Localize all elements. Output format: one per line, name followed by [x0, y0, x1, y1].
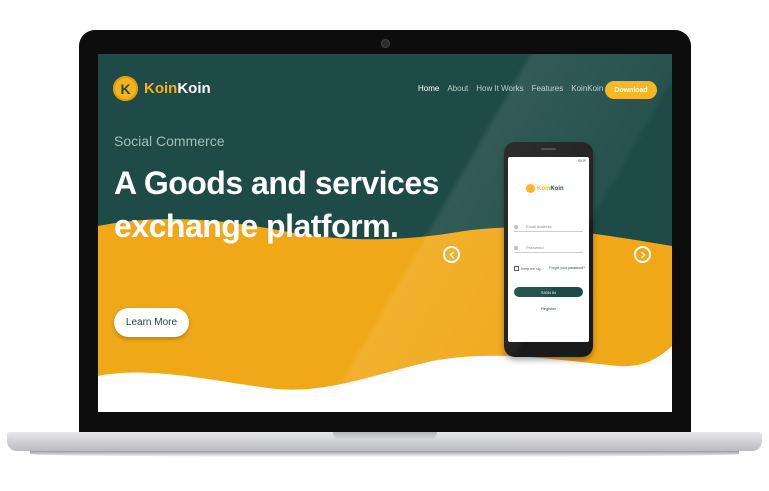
carousel-prev-button[interactable] — [443, 246, 460, 263]
nav-features[interactable]: Features — [532, 84, 564, 93]
logo-text: KoinKoin — [144, 80, 211, 97]
email-placeholder: Email Address — [526, 224, 552, 229]
phone-login-screen: SKIP KoinKoin Email Address Password Kee… — [508, 157, 589, 342]
chevron-left-icon — [448, 250, 454, 259]
password-field[interactable]: Password — [514, 243, 583, 253]
learn-more-button[interactable]: Learn More — [114, 308, 189, 337]
site-logo[interactable]: K KoinKoin — [113, 76, 211, 101]
chevron-right-icon — [640, 250, 646, 259]
sign-in-button[interactable]: SIGN IN — [514, 287, 583, 297]
user-icon — [514, 224, 518, 229]
register-link[interactable]: Register — [508, 306, 589, 311]
email-field[interactable]: Email Address — [514, 222, 583, 232]
coin-icon — [526, 184, 535, 193]
forgot-password-link[interactable]: Forgot your password? — [549, 266, 585, 270]
password-placeholder: Password — [526, 245, 544, 250]
laptop-notch — [333, 432, 437, 440]
nav-home[interactable]: Home — [418, 84, 439, 93]
nav-koinkoin[interactable]: KoinKoin — [571, 84, 603, 93]
nav-about[interactable]: About — [447, 84, 468, 93]
main-nav: Home About How It Works Features KoinKoi… — [418, 84, 603, 93]
coin-logo-icon: K — [113, 76, 138, 101]
hero-subtitle: Social Commerce — [114, 133, 225, 149]
laptop-mockup: K KoinKoin Home About How It Works Featu… — [0, 0, 769, 491]
app-logo-text: KoinKoin — [537, 185, 564, 192]
checkbox-icon — [514, 266, 519, 271]
hero-headline: A Goods and services exchange platform. — [114, 165, 439, 244]
laptop-shadow — [30, 451, 739, 457]
download-button[interactable]: Download — [605, 81, 657, 99]
skip-link[interactable]: SKIP — [578, 159, 586, 163]
carousel-next-button[interactable] — [634, 246, 651, 263]
webcam — [381, 39, 390, 48]
phone-mockup: SKIP KoinKoin Email Address Password Kee… — [504, 142, 593, 357]
website-screen: K KoinKoin Home About How It Works Featu… — [98, 54, 672, 412]
app-logo: KoinKoin — [526, 184, 564, 193]
lock-icon — [514, 245, 518, 250]
nav-how-it-works[interactable]: How It Works — [476, 84, 523, 93]
remember-label: Keep me sig... — [521, 266, 544, 271]
phone-speaker — [541, 148, 556, 150]
remember-checkbox[interactable]: Keep me sig... — [514, 266, 543, 271]
